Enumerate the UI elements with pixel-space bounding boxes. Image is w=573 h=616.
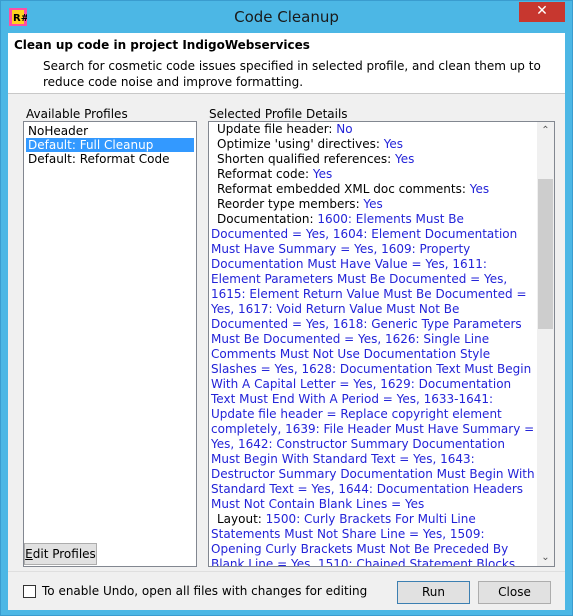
selected-profile-details-label: Selected Profile Details (209, 107, 348, 121)
profile-item-noheader[interactable]: NoHeader (26, 124, 194, 138)
details-scrollbar[interactable]: ⌃ ⌄ (537, 122, 554, 566)
detail-key: Reformat embedded XML doc comments: (217, 182, 470, 196)
detail-value: Yes (395, 152, 415, 166)
detail-row: Reformat code: Yes (211, 167, 537, 182)
detail-value: No (336, 122, 353, 136)
detail-key: Reorder type members: (217, 197, 364, 211)
dialog-header: Clean up code in project IndigoWebservic… (8, 33, 565, 94)
profile-item-full-cleanup[interactable]: Default: Full Cleanup (26, 138, 194, 152)
detail-row: Reformat embedded XML doc comments: Yes (211, 182, 537, 197)
available-profiles-label: Available Profiles (26, 107, 128, 121)
window-title: Code Cleanup (234, 8, 339, 26)
header-title: Clean up code in project IndigoWebservic… (14, 38, 310, 52)
profile-details-panel[interactable]: Update file header: No Optimize 'using' … (208, 121, 555, 567)
scroll-up-icon[interactable]: ⌃ (537, 122, 554, 139)
enable-undo-checkbox[interactable] (23, 585, 36, 598)
detail-value: Yes (312, 167, 333, 181)
edit-profiles-label: dit Profiles (32, 547, 96, 561)
run-button[interactable]: Run (397, 581, 470, 604)
enable-undo-label[interactable]: To enable Undo, open all files with chan… (42, 584, 367, 598)
detail-key: Update file header: (217, 122, 337, 136)
detail-key: Documentation: (217, 212, 318, 226)
edit-profiles-mnemonic: E (25, 547, 33, 561)
close-window-button[interactable]: ✕ (519, 2, 565, 22)
detail-row: Reorder type members: Yes (211, 197, 537, 212)
detail-row: Update file header: No (211, 122, 537, 137)
scroll-down-icon[interactable]: ⌄ (537, 549, 554, 566)
dialog-footer: To enable Undo, open all files with chan… (8, 571, 565, 610)
detail-key: Shorten qualified references: (217, 152, 396, 166)
header-description: Search for cosmetic code issues specifie… (43, 59, 541, 89)
close-button[interactable]: Close (478, 581, 551, 604)
profile-item-reformat-code[interactable]: Default: Reformat Code (26, 152, 194, 166)
profiles-list[interactable]: NoHeader Default: Full Cleanup Default: … (23, 121, 197, 567)
edit-profiles-button[interactable]: Edit Profiles (24, 543, 97, 565)
detail-value: Yes (383, 137, 404, 151)
detail-row: Shorten qualified references: Yes (211, 152, 537, 167)
detail-row-layout: Layout: 1500: Curly Brackets For Multi L… (211, 512, 537, 566)
detail-row: Optimize 'using' directives: Yes (211, 137, 537, 152)
detail-value: 1600: Elements Must Be Documented = Yes,… (211, 212, 535, 511)
detail-key: Layout: (217, 512, 266, 526)
detail-value: Yes (363, 197, 383, 211)
detail-row-documentation: Documentation: 1600: Elements Must Be Do… (211, 212, 537, 512)
profile-details-content: Update file header: No Optimize 'using' … (211, 122, 537, 566)
dialog-body: Clean up code in project IndigoWebservic… (8, 33, 565, 610)
detail-key: Optimize 'using' directives: (217, 137, 384, 151)
scroll-thumb[interactable] (538, 179, 553, 329)
detail-value: Yes (469, 182, 490, 196)
detail-key: Reformat code: (217, 167, 313, 181)
title-bar[interactable]: R# Code Cleanup ✕ (1, 1, 572, 33)
code-cleanup-window: R# Code Cleanup ✕ Clean up code in proje… (0, 0, 573, 616)
